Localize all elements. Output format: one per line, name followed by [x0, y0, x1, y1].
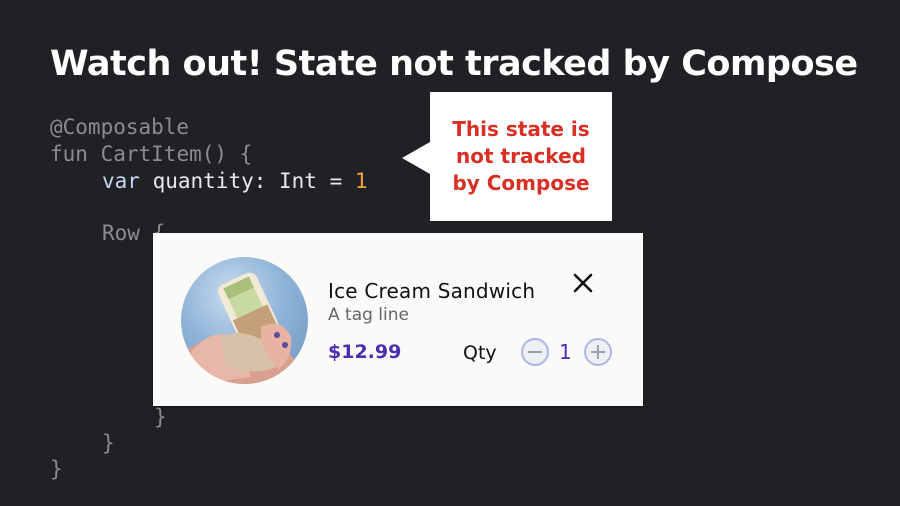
code-fun-signature: CartItem() { — [87, 142, 253, 166]
code-block: @Composable fun CartItem() { var quantit… — [50, 114, 368, 481]
item-tagline: A tag line — [328, 305, 409, 325]
code-var-name: quantity: — [139, 169, 280, 193]
close-button[interactable] — [569, 269, 597, 297]
code-var-keyword: var — [102, 169, 140, 193]
callout-line-1: This state is — [452, 117, 590, 141]
code-fun-declaration: fun CartItem() { — [50, 141, 252, 167]
code-fun-keyword: fun — [50, 142, 88, 166]
quantity-value: 1 — [559, 340, 572, 364]
item-name: Ice Cream Sandwich — [328, 279, 536, 303]
item-price: $12.99 — [328, 341, 402, 363]
cart-item-card: Ice Cream Sandwich A tag line $12.99 Qty… — [153, 233, 643, 406]
code-inner-close: } — [154, 405, 167, 429]
code-var-type: Int — [279, 169, 317, 193]
code-fun-close: } — [50, 457, 63, 481]
close-icon — [573, 273, 593, 293]
product-image — [181, 257, 308, 384]
slide-title: Watch out! State not tracked by Compose — [50, 44, 858, 84]
plus-circle-icon — [584, 338, 612, 366]
decrement-button[interactable] — [520, 337, 550, 367]
minus-circle-icon — [521, 338, 549, 366]
qty-label: Qty — [463, 342, 497, 364]
code-var-equals: = — [316, 169, 355, 193]
code-var-declaration: var quantity: Int = 1 — [102, 168, 368, 194]
callout-line-2: not tracked — [456, 144, 586, 168]
callout-line-3: by Compose — [452, 171, 590, 195]
callout-bubble: This state is not tracked by Compose — [402, 92, 612, 221]
increment-button[interactable] — [583, 337, 613, 367]
code-var-value: 1 — [354, 169, 368, 193]
code-annotation: @Composable — [50, 115, 190, 139]
code-row-close: } — [102, 431, 115, 455]
